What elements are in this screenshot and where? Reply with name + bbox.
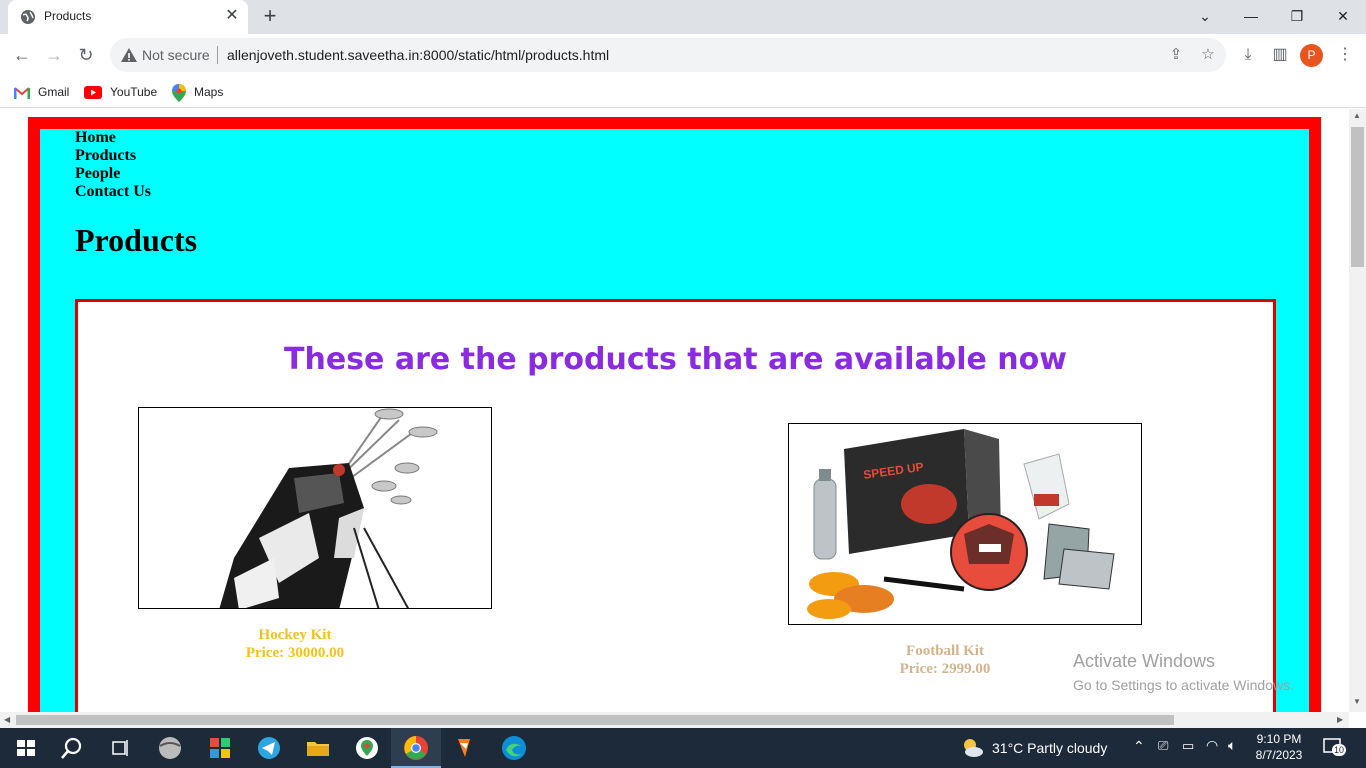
notification-center-icon[interactable]: 10 [1322,737,1347,757]
reload-button[interactable]: ↻ [74,43,98,67]
bookmark-maps[interactable]: Maps [172,82,223,102]
hockey-kit-caption: Hockey Kit Price: 30000.00 [118,626,472,662]
hockey-kit-image [138,407,492,609]
windows-start-icon[interactable] [12,734,40,762]
page-viewport: Home Products People Contact Us Products… [0,109,1349,712]
bookmark-gmail[interactable]: Gmail [14,82,69,102]
football-kit-price: Price: 2999.00 [899,661,991,677]
maps-pin-icon [172,83,186,102]
bookmark-star-icon[interactable]: ☆ [1198,45,1218,65]
nav-products[interactable]: Products [75,147,151,165]
file-explorer-icon[interactable] [304,734,332,762]
maps-icon[interactable] [353,734,381,762]
warning-icon [121,48,137,62]
meet-now-icon[interactable]: ⎚ [1158,738,1168,754]
wifi-icon[interactable]: ◠ [1206,737,1218,754]
url-text[interactable]: allenjoveth.student.saveetha.in:8000/sta… [227,47,609,63]
tab-strip: Products ✕ + ⌄ — ❐ ✕ [0,0,1366,34]
horizontal-scrollbar[interactable]: ◀ ▶ [0,712,1349,728]
weather-text[interactable]: 31°C Partly cloudy [992,740,1107,756]
bookmark-label: Maps [194,85,224,99]
omnibox-divider [217,46,218,64]
side-panel-icon[interactable]: ▥ [1268,43,1292,67]
menu-icon[interactable]: ⋮ [1333,43,1357,67]
back-button[interactable]: ← [10,43,34,67]
nav-home[interactable]: Home [75,129,151,147]
clock-date: 8/7/2023 [1255,748,1303,762]
football-kit-name: Football Kit [906,643,984,659]
close-tab-icon[interactable]: ✕ [222,6,242,26]
bookmark-label: Gmail [38,85,70,99]
chrome-icon[interactable] [402,734,430,762]
bookmark-label: YouTube [110,85,158,99]
nav-people[interactable]: People [75,165,151,183]
minimize-button[interactable]: — [1236,4,1266,28]
profile-avatar[interactable]: P [1300,44,1323,67]
new-tab-button[interactable]: + [258,5,282,29]
search-icon[interactable] [58,734,86,762]
youtube-icon [84,86,102,100]
page-title: Products [75,222,198,258]
colorful-app-icon[interactable] [206,734,234,762]
bookmark-youtube[interactable]: YouTube [84,82,157,102]
battery-icon[interactable]: ▭ [1182,738,1194,754]
notification-count: 10 [1332,744,1347,756]
clock[interactable]: 9:10 PM 8/7/2023 [1254,731,1304,763]
restore-button[interactable]: ❐ [1282,4,1312,28]
golf-bag-illustration [219,408,438,608]
download-icon[interactable]: ⤓ [1236,43,1260,67]
tab-title: Products [44,9,92,23]
close-window-button[interactable]: ✕ [1328,4,1358,28]
nav-contact-us[interactable]: Contact Us [75,183,151,201]
products-heading: These are the products that are availabl… [284,342,1067,377]
telegram-icon[interactable] [255,734,283,762]
football-kit-caption: Football Kit Price: 2999.00 [768,642,1122,678]
browser-toolbar: ← → ↻ Not secure allenjoveth.student.sav… [0,34,1366,76]
globe-icon [21,10,35,24]
forward-button[interactable]: → [42,43,66,67]
vlc-icon[interactable] [450,734,478,762]
football-kit-image: SPEED UP [788,423,1142,625]
football-kit-illustration: SPEED UP [807,429,1115,619]
partly-cloudy-icon[interactable] [958,734,986,762]
tab-search-icon[interactable]: ⌄ [1190,4,1220,28]
hockey-kit-name: Hockey Kit [258,627,332,643]
scroll-down-icon[interactable]: ▼ [1353,697,1361,706]
share-icon[interactable]: ⇪ [1166,45,1186,65]
inner-frame: Home Products People Contact Us Products… [40,129,1309,712]
hockey-kit-price: Price: 30000.00 [245,645,345,661]
app-disc-icon[interactable] [156,734,184,762]
scroll-up-icon[interactable]: ▲ [1353,111,1361,120]
address-bar[interactable]: Not secure allenjoveth.student.saveetha.… [110,38,1226,72]
edge-icon[interactable] [500,734,528,762]
horizontal-scroll-thumb[interactable] [16,715,1174,725]
activate-windows-title: Activate Windows [1073,651,1216,671]
show-hidden-icons-icon[interactable]: ⌃ [1133,738,1145,755]
vertical-scrollbar[interactable]: ▲ ▼ [1349,109,1366,712]
task-view-icon[interactable] [106,734,134,762]
gmail-icon [14,86,30,99]
site-nav: Home Products People Contact Us [75,129,151,201]
clock-time: 9:10 PM [1256,732,1302,746]
security-label[interactable]: Not secure [142,47,210,63]
outer-frame: Home Products People Contact Us Products… [28,117,1321,712]
scroll-right-icon[interactable]: ▶ [1337,715,1343,724]
bookmarks-bar: Gmail YouTube Maps [0,76,1366,108]
tab-products[interactable]: Products ✕ [8,0,248,34]
scroll-left-icon[interactable]: ◀ [4,715,10,724]
windows-taskbar: 31°C Partly cloudy ⌃ ⎚ ▭ ◠ 🔈︎ 9:10 PM 8/… [0,728,1366,768]
activate-windows-subtitle: Go to Settings to activate Windows. [1073,677,1294,693]
vertical-scroll-thumb[interactable] [1351,127,1364,267]
volume-icon[interactable]: 🔈︎ [1228,737,1236,754]
